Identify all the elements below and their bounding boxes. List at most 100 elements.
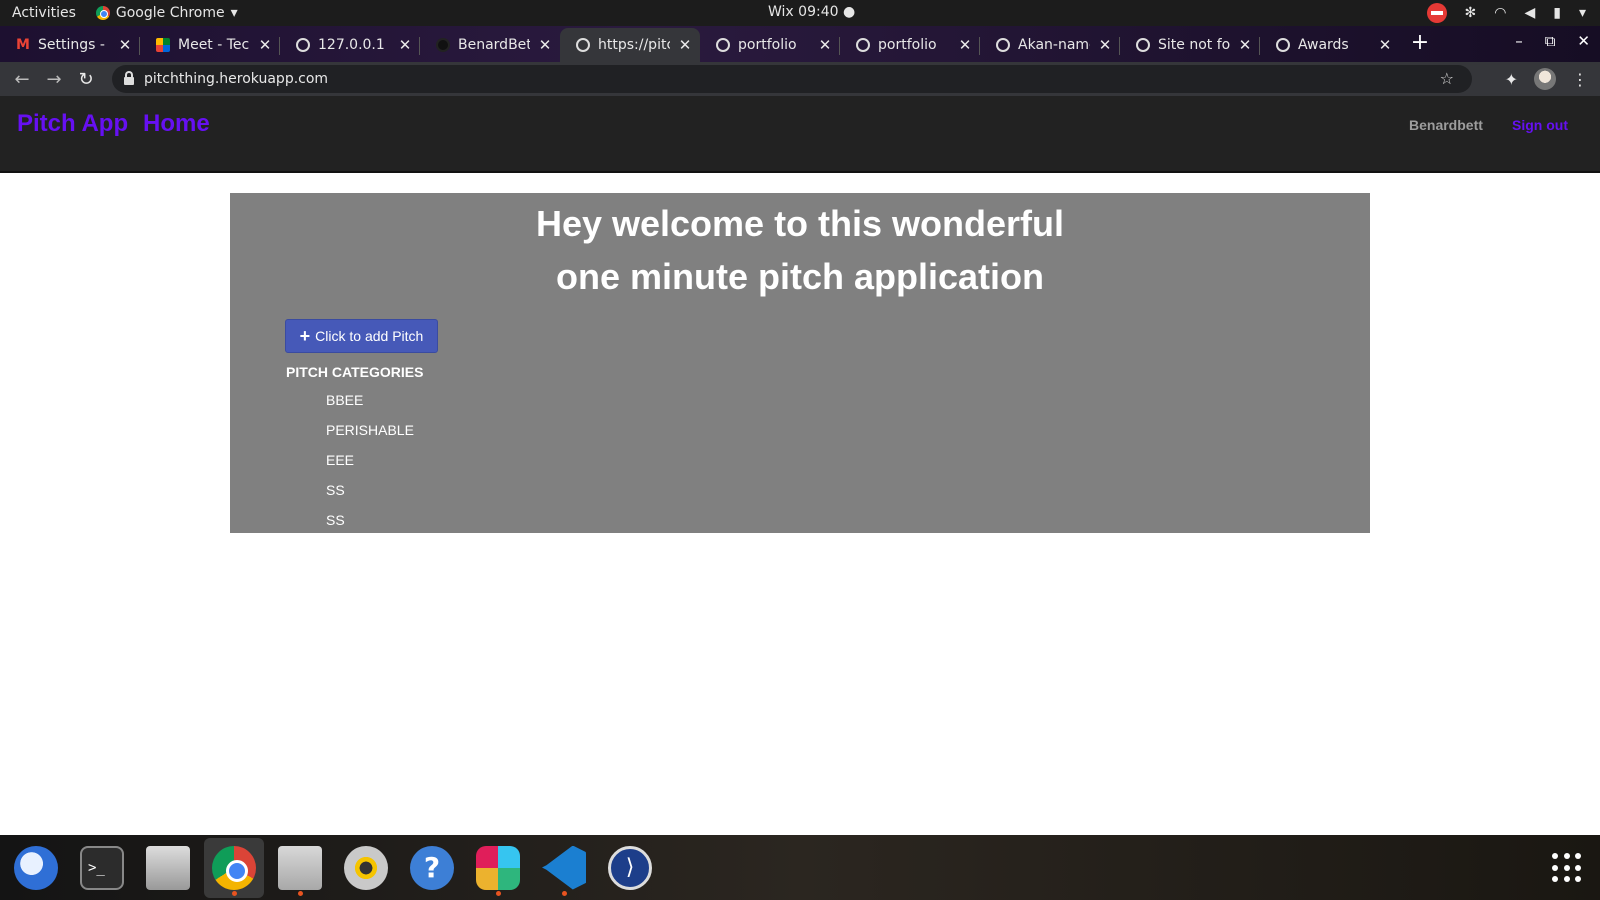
add-pitch-label: Click to add Pitch	[315, 328, 424, 344]
app-menu[interactable]: Google Chrome ▾	[95, 5, 238, 21]
globe-icon	[856, 38, 870, 52]
lock-icon[interactable]	[124, 71, 134, 85]
reload-icon[interactable]: ↻	[70, 69, 102, 90]
new-tab-button[interactable]: +	[1406, 30, 1434, 58]
tab-close-icon[interactable]: ✕	[678, 36, 692, 54]
tab-akan-name[interactable]: Akan-name ✕	[980, 28, 1120, 62]
tab-meet[interactable]: Meet - Tech ✕	[140, 28, 280, 62]
globe-icon	[576, 38, 590, 52]
tab-github[interactable]: BenardBet ✕	[420, 28, 560, 62]
github-icon	[436, 38, 450, 52]
chrome-menu-icon[interactable]: ⋮	[1572, 70, 1588, 89]
globe-icon	[296, 38, 310, 52]
dock-slack[interactable]	[468, 838, 528, 898]
home-link[interactable]: Home	[143, 110, 210, 138]
back-arrow-icon[interactable]: ←	[6, 69, 38, 90]
globe-icon	[1276, 38, 1290, 52]
profile-avatar[interactable]	[1534, 68, 1556, 90]
tab-title: portfolio	[738, 37, 797, 53]
tab-pitch-app-active[interactable]: https://pitc ✕	[560, 28, 700, 62]
system-tray[interactable]: ✻ ◠ ◀ ▮ ▾	[1426, 3, 1586, 23]
chevron-down-icon: ▾	[230, 5, 238, 21]
help-icon: ?	[410, 845, 454, 890]
slack-tray-icon[interactable]: ✻	[1465, 5, 1477, 21]
devtool-icon: ⟩	[608, 845, 652, 890]
tab-localhost[interactable]: 127.0.0.1 ✕	[280, 28, 420, 62]
gmail-icon: M	[16, 37, 30, 53]
volume-icon[interactable]: ◀	[1524, 5, 1535, 21]
system-menu-icon[interactable]: ▾	[1579, 5, 1586, 21]
dock-thunderbird[interactable]	[6, 838, 66, 898]
bookmark-star-icon[interactable]: ☆	[1440, 69, 1454, 88]
dock-printer[interactable]	[138, 838, 198, 898]
wifi-icon[interactable]: ◠	[1494, 5, 1506, 21]
close-window-icon[interactable]: ✕	[1577, 32, 1590, 50]
running-indicator	[562, 890, 567, 896]
dock-terminal[interactable]: >_	[72, 838, 132, 898]
tab-title: Settings - k	[38, 37, 110, 53]
dock: >_ ? ⟩	[0, 835, 1600, 900]
tab-close-icon[interactable]: ✕	[818, 36, 832, 54]
system-top-bar: Activities Google Chrome ▾ Wix 09:40 ● ✻…	[0, 0, 1600, 26]
tab-title: Meet - Tech	[178, 37, 250, 53]
terminal-icon: >_	[80, 845, 124, 890]
address-bar[interactable]: pitchthing.herokuapp.com ☆	[112, 65, 1472, 93]
globe-icon	[1136, 38, 1150, 52]
tab-close-icon[interactable]: ✕	[258, 36, 272, 54]
plus-icon: +	[299, 326, 311, 346]
tab-close-icon[interactable]: ✕	[958, 36, 972, 54]
battery-icon[interactable]: ▮	[1553, 5, 1561, 21]
tab-title: 127.0.0.1	[318, 37, 385, 53]
username-link[interactable]: Benardbett	[1409, 117, 1483, 133]
dock-chrome[interactable]	[204, 837, 264, 898]
tab-gmail-settings[interactable]: M Settings - k ✕	[0, 28, 140, 62]
category-item[interactable]: SS	[326, 512, 414, 542]
tab-close-icon[interactable]: ✕	[1238, 36, 1252, 54]
forward-arrow-icon[interactable]: →	[38, 69, 70, 90]
dock-help[interactable]: ?	[402, 838, 462, 898]
rhythmbox-icon	[344, 845, 388, 890]
tab-title: https://pitc	[598, 37, 670, 53]
url-text[interactable]: pitchthing.herokuapp.com	[144, 71, 328, 87]
minimize-icon[interactable]: –	[1515, 32, 1523, 50]
toolbar-actions: ✦ ⋮	[1505, 68, 1588, 90]
tab-site-not-found[interactable]: Site not fo ✕	[1120, 28, 1260, 62]
tab-portfolio-1[interactable]: portfolio ✕	[700, 28, 840, 62]
add-pitch-button[interactable]: + Click to add Pitch	[285, 319, 438, 353]
brand-link[interactable]: Pitch App	[17, 110, 128, 138]
signout-link[interactable]: Sign out	[1512, 117, 1568, 133]
no-entry-icon[interactable]	[1426, 3, 1447, 23]
tab-awards[interactable]: Awards ✕	[1260, 28, 1400, 62]
dock-vscode[interactable]	[534, 838, 594, 898]
tab-close-icon[interactable]: ✕	[1378, 36, 1392, 54]
welcome-line-2: one minute pitch application	[555, 256, 1045, 297]
extensions-puzzle-icon[interactable]: ✦	[1505, 70, 1518, 89]
tab-close-icon[interactable]: ✕	[398, 36, 412, 54]
show-applications-grid-icon[interactable]	[1552, 853, 1582, 883]
tab-title: portfolio	[878, 37, 937, 53]
clock[interactable]: Wix 09:40 ●	[768, 4, 855, 20]
tab-close-icon[interactable]: ✕	[1098, 36, 1112, 54]
tab-close-icon[interactable]: ✕	[538, 36, 552, 54]
tab-title: Site not fo	[1158, 37, 1230, 53]
category-item[interactable]: EEE	[326, 452, 414, 482]
category-item[interactable]: BBEE	[326, 392, 414, 422]
thunderbird-icon	[14, 845, 58, 890]
dock-files[interactable]	[270, 838, 330, 898]
running-indicator	[496, 890, 501, 896]
running-indicator	[298, 890, 303, 896]
activities-button[interactable]: Activities	[12, 5, 76, 21]
category-item[interactable]: PERISHABLE	[326, 422, 414, 452]
tab-title: BenardBet	[458, 37, 530, 53]
dock-rhythmbox[interactable]	[336, 838, 396, 898]
tab-portfolio-2[interactable]: portfolio ✕	[840, 28, 980, 62]
chrome-icon	[212, 845, 256, 890]
dock-devtool[interactable]: ⟩	[600, 838, 660, 898]
tab-close-icon[interactable]: ✕	[118, 36, 132, 54]
tab-title: Akan-name	[1018, 37, 1090, 53]
vscode-icon	[542, 845, 586, 890]
category-item[interactable]: SS	[326, 482, 414, 512]
maximize-icon[interactable]: ⧉	[1545, 32, 1556, 50]
meet-icon	[156, 38, 170, 52]
web-page: Pitch App Home Benardbett Sign out Hey w…	[0, 96, 1600, 835]
